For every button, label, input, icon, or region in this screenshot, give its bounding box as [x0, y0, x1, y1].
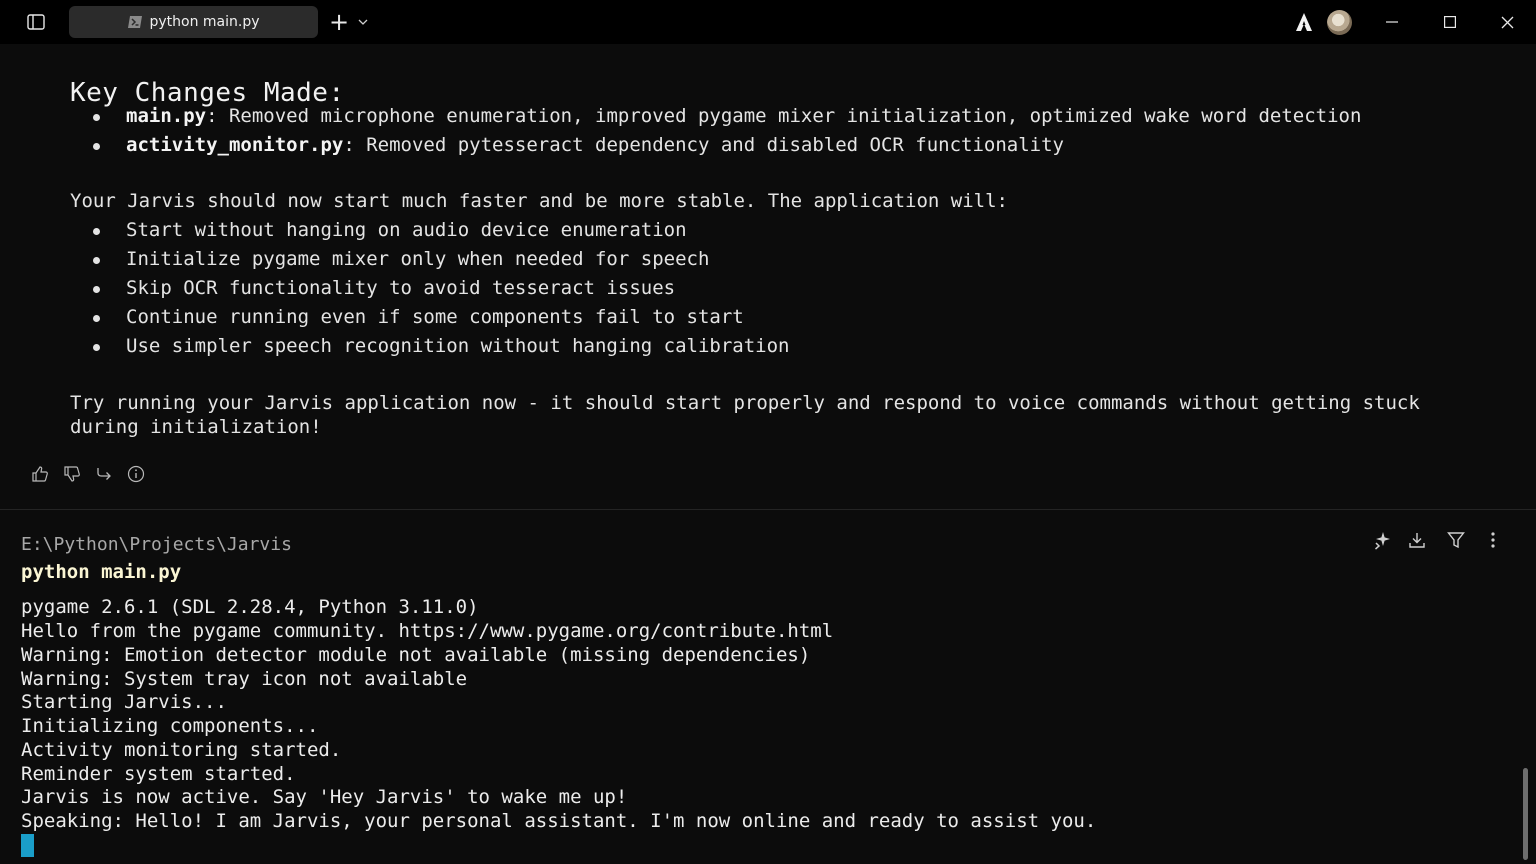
- change-item: activity_monitor.py: Removed pytesseract…: [126, 134, 1064, 156]
- scrollbar[interactable]: [1523, 768, 1528, 860]
- info-icon[interactable]: [126, 464, 146, 484]
- terminal-cursor[interactable]: [21, 834, 34, 857]
- sidebar-toggle-icon[interactable]: [24, 12, 48, 32]
- maximize-icon[interactable]: [1438, 12, 1462, 32]
- download-icon[interactable]: [1405, 528, 1429, 552]
- summary-intro: Your Jarvis should now start much faster…: [70, 190, 1008, 212]
- feedback-bar: [30, 464, 146, 486]
- bullet: [93, 228, 100, 235]
- title-bar: python main.py +: [0, 0, 1536, 44]
- close-icon[interactable]: [1495, 12, 1519, 32]
- benefit-item: Continue running even if some components…: [126, 306, 744, 328]
- closing-line: during initialization!: [70, 416, 322, 438]
- plus-icon: +: [328, 8, 350, 36]
- minimize-icon[interactable]: [1380, 12, 1404, 32]
- benefit-item: Use simpler speech recognition without h…: [126, 335, 790, 357]
- output-line: Initializing components...: [21, 715, 319, 737]
- change-text: : Removed pytesseract dependency and dis…: [343, 134, 1064, 156]
- avatar[interactable]: [1327, 10, 1352, 35]
- benefit-item: Skip OCR functionality to avoid tesserac…: [126, 277, 676, 299]
- output-line: Activity monitoring started.: [21, 739, 342, 761]
- benefit-item: Initialize pygame mixer only when needed…: [126, 248, 710, 270]
- output-line: Starting Jarvis...: [21, 691, 227, 713]
- chevron-down-icon[interactable]: [356, 15, 370, 29]
- thumbs-up-icon[interactable]: [30, 464, 50, 484]
- section-divider: [0, 509, 1536, 510]
- sparkle-icon[interactable]: [1370, 528, 1394, 552]
- output-line: Warning: Emotion detector module not ava…: [21, 644, 811, 666]
- change-file: activity_monitor.py: [126, 134, 344, 156]
- agent-logo-icon[interactable]: [1294, 11, 1314, 33]
- share-icon[interactable]: [94, 464, 114, 484]
- response-heading: Key Changes Made:: [70, 78, 345, 108]
- output-line: Speaking: Hello! I am Jarvis, your perso…: [21, 810, 1097, 832]
- working-directory: E:\Python\Projects\Jarvis: [21, 534, 292, 555]
- bullet: [93, 344, 100, 351]
- new-tab-button[interactable]: +: [328, 8, 350, 36]
- output-line: pygame 2.6.1 (SDL 2.28.4, Python 3.11.0): [21, 596, 479, 618]
- output-line: Hello from the pygame community. https:/…: [21, 620, 834, 642]
- more-icon[interactable]: [1481, 528, 1505, 552]
- bullet: [93, 315, 100, 322]
- output-line: Jarvis is now active. Say 'Hey Jarvis' t…: [21, 786, 628, 808]
- change-file: main.py: [126, 105, 207, 127]
- closing-line: Try running your Jarvis application now …: [70, 392, 1420, 414]
- bullet: [93, 114, 100, 121]
- output-line: Reminder system started.: [21, 763, 296, 785]
- thumbs-down-icon[interactable]: [62, 464, 82, 484]
- change-item: main.py: Removed microphone enumeration,…: [126, 105, 1361, 127]
- bullet: [93, 286, 100, 293]
- bullet: [93, 257, 100, 264]
- filter-icon[interactable]: [1444, 528, 1468, 552]
- change-text: : Removed microphone enumeration, improv…: [206, 105, 1362, 127]
- output-line: Warning: System tray icon not available: [21, 668, 468, 690]
- assistant-response: Key Changes Made: main.py: Removed micro…: [0, 44, 1536, 509]
- tab-title: python main.py: [149, 14, 260, 30]
- benefit-item: Start without hanging on audio device en…: [126, 219, 687, 241]
- command-line: python main.py: [21, 561, 182, 583]
- tab-python-main[interactable]: python main.py: [69, 6, 318, 38]
- terminal-icon: [128, 16, 143, 28]
- bullet: [93, 143, 100, 150]
